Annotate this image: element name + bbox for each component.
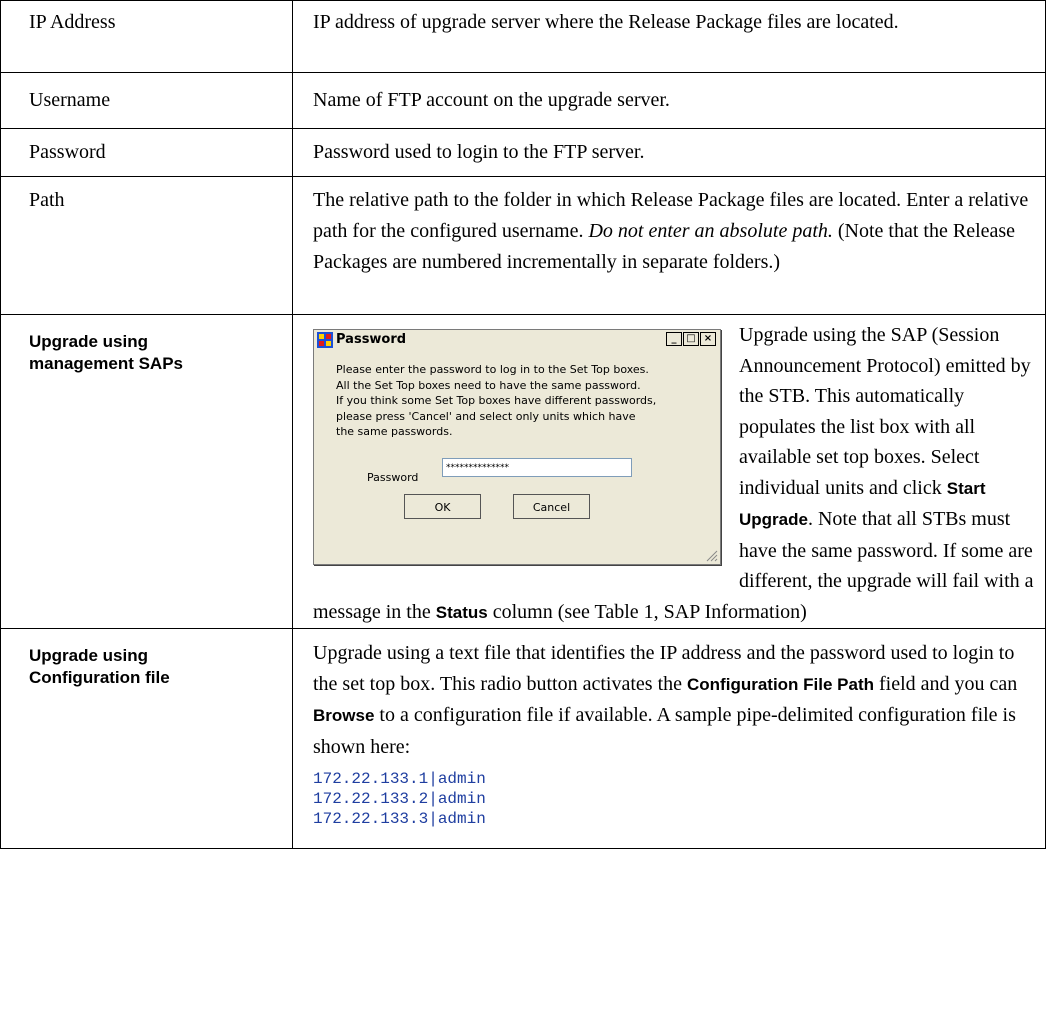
sample-line: 172.22.133.1|admin — [313, 770, 486, 788]
param-name: IP Address — [29, 11, 116, 33]
table-row: Password Password used to login to the F… — [0, 128, 1046, 177]
param-desc: Name of FTP account on the upgrade serve… — [313, 89, 670, 111]
table-row: IP Address IP address of upgrade server … — [0, 0, 1046, 73]
message-line: the same passwords. — [336, 425, 453, 438]
close-icon[interactable]: × — [700, 332, 716, 346]
password-dialog: Password _ □ × Please enter the password… — [313, 329, 721, 565]
desc-cell: IP address of upgrade server where the R… — [292, 0, 1046, 73]
message-line: Please enter the password to log in to t… — [336, 363, 649, 376]
param-cell: Path — [0, 176, 293, 315]
resize-grip-icon[interactable] — [706, 550, 718, 562]
message-line: If you think some Set Top boxes have dif… — [336, 394, 657, 407]
minimize-icon[interactable]: _ — [666, 332, 682, 346]
param-cell: Password — [0, 128, 293, 177]
sample-line: 172.22.133.2|admin — [313, 790, 486, 808]
cancel-button[interactable]: Cancel — [513, 494, 590, 519]
sample-line: 172.22.133.3|admin — [313, 810, 486, 828]
table-row: Username Name of FTP account on the upgr… — [0, 72, 1046, 129]
table-row: Path The relative path to the folder in … — [0, 176, 1046, 315]
dialog-title: Password — [336, 332, 407, 347]
maximize-icon[interactable]: □ — [683, 332, 699, 346]
param-name: Upgrade using management SAPs — [29, 332, 183, 373]
app-icon — [317, 332, 333, 348]
config-sample: 172.22.133.1|admin 172.22.133.2|admin 17… — [293, 762, 1045, 829]
param-desc: Password used to login to the FTP server… — [313, 141, 645, 163]
ui-term: Status — [435, 602, 488, 622]
dialog-message: Please enter the password to log in to t… — [336, 362, 706, 440]
param-name: Username — [29, 89, 111, 111]
desc-emphasis: Do not enter an absolute path. — [588, 220, 833, 242]
window-controls: _ □ × — [665, 332, 716, 346]
table-row: Upgrade using Configuration file Upgrade… — [0, 628, 1046, 849]
desc-text: to a configuration file if available. A … — [313, 704, 1016, 758]
param-cell: Username — [0, 72, 293, 129]
table-row: Upgrade using management SAPs Password _… — [0, 314, 1046, 629]
param-desc: The relative path to the folder in which… — [293, 177, 1045, 278]
param-cell: IP Address — [0, 0, 293, 73]
ui-term: Configuration File Path — [687, 674, 875, 694]
param-name: Path — [29, 189, 65, 211]
parameters-table: IP Address IP address of upgrade server … — [0, 0, 1046, 849]
param-name: Password — [29, 141, 106, 163]
param-cell: Upgrade using Configuration file — [0, 628, 293, 849]
desc-cell: Password _ □ × Please enter the password… — [292, 314, 1046, 629]
param-desc: Upgrade using a text file that identifie… — [293, 629, 1045, 762]
param-cell: Upgrade using management SAPs — [0, 314, 293, 629]
desc-cell: Upgrade using a text file that identifie… — [292, 628, 1046, 849]
desc-text: column (see Table 1, SAP Information) — [487, 600, 807, 623]
dialog-title-bar: Password _ □ × — [314, 330, 720, 350]
desc-cell: Password used to login to the FTP server… — [292, 128, 1046, 177]
desc-text: field and you can — [874, 672, 1018, 695]
desc-cell: The relative path to the folder in which… — [292, 176, 1046, 315]
password-label: Password — [367, 471, 419, 484]
message-line: please press 'Cancel' and select only un… — [336, 409, 636, 423]
ui-term: Browse — [313, 706, 375, 725]
desc-cell: Name of FTP account on the upgrade serve… — [292, 72, 1046, 129]
password-input[interactable]: ************** — [442, 458, 632, 477]
message-line: All the Set Top boxes need to have the s… — [336, 378, 641, 392]
param-desc: IP address of upgrade server where the R… — [313, 11, 899, 33]
param-name: Upgrade using Configuration file — [29, 646, 170, 687]
ok-button[interactable]: OK — [404, 494, 481, 519]
desc-text: Upgrade using the SAP (Session Announcem… — [739, 324, 1031, 499]
